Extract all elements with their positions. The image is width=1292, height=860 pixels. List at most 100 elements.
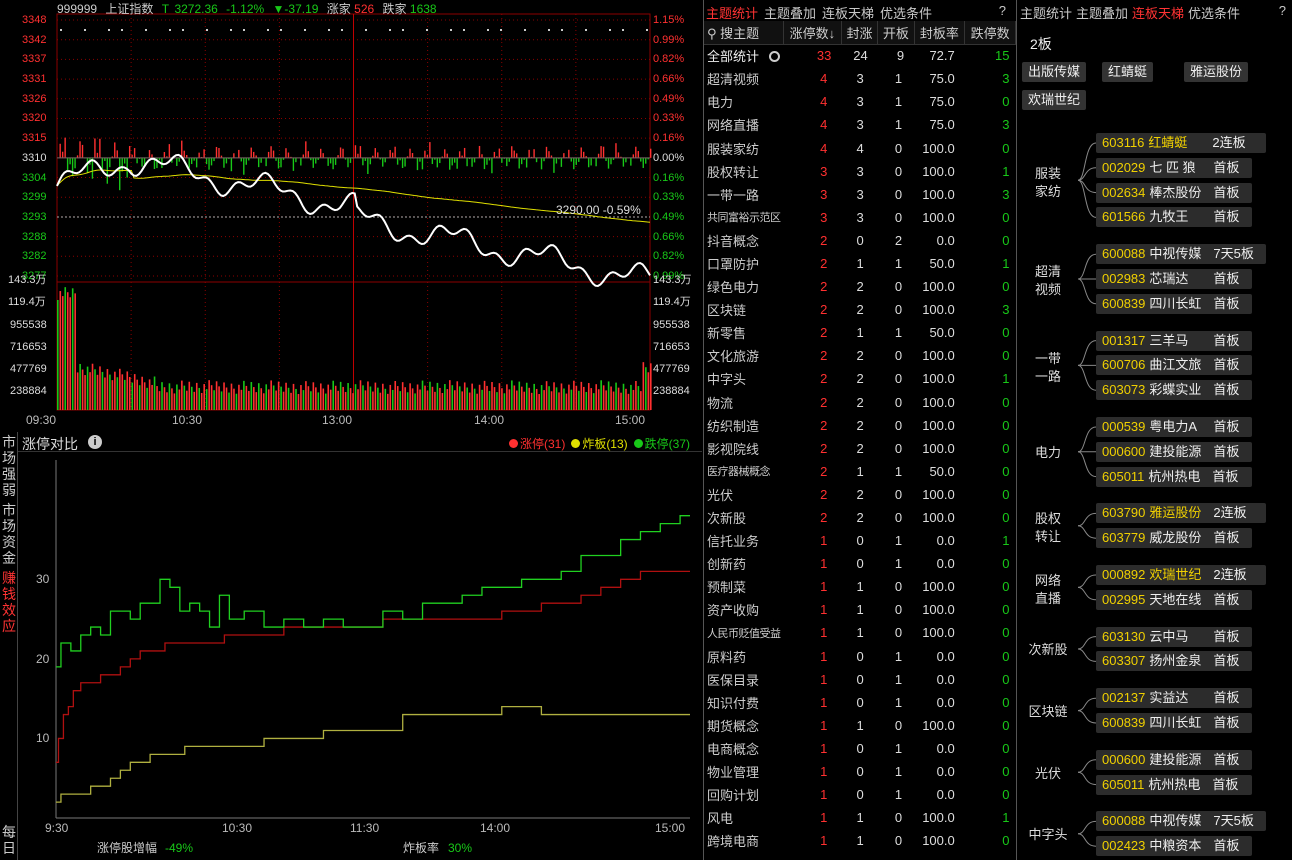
ladder-tab[interactable]: 连板天梯 [1130, 0, 1186, 25]
theme-row[interactable]: 网络直播 4 3 1 75.0 3 [704, 113, 1016, 136]
theme-row[interactable]: 电力 4 3 1 75.0 0 [704, 90, 1016, 113]
stock-code: 000600 [1102, 443, 1146, 459]
theme-row[interactable]: 光伏 2 2 0 100.0 0 [704, 483, 1016, 506]
theme-row[interactable]: 服装家纺 4 4 0 100.0 0 [704, 136, 1016, 159]
theme-cell: 0 [1002, 440, 1010, 456]
ladder-tab[interactable]: ? [1277, 0, 1288, 21]
ladder-stock[interactable]: 603779 威龙股份 首板 [1096, 528, 1252, 549]
theme-row[interactable]: 信托业务 1 0 1 0.0 1 [704, 529, 1016, 552]
refresh-icon[interactable] [768, 51, 780, 63]
theme-row[interactable]: 医疗器械概念 2 1 1 50.0 0 [704, 460, 1016, 483]
theme-search[interactable]: ⚲ 搜主题 [704, 21, 784, 45]
theme-row[interactable]: 医保目录 1 0 1 0.0 0 [704, 668, 1016, 691]
theme-row[interactable]: 影视院线 2 2 0 100.0 0 [704, 437, 1016, 460]
ladder-stock[interactable]: 600088 中视传媒 7天5板 [1096, 811, 1266, 832]
side-tab[interactable]: 市场强弱 [0, 432, 18, 500]
ladder-stock[interactable]: 002634 棒杰股份 首板 [1096, 182, 1252, 203]
ladder-stock[interactable]: 000600 建投能源 首板 [1096, 749, 1252, 770]
theme-row[interactable]: 区块链 2 2 0 100.0 3 [704, 298, 1016, 321]
theme-row[interactable]: 物业管理 1 0 1 0.0 0 [704, 760, 1016, 783]
theme-cell: 0 [1002, 209, 1010, 225]
theme-row[interactable]: 一带一路 3 3 0 100.0 3 [704, 183, 1016, 206]
ladder-stock[interactable]: 600839 四川长虹 首板 [1096, 713, 1252, 733]
ladder-stock[interactable]: 603790 雅运股份 2连板 [1096, 503, 1266, 524]
theme-row[interactable]: 回购计划 1 0 1 0.0 0 [704, 783, 1016, 806]
side-tab[interactable]: 市场资金 [0, 500, 18, 568]
theme-tab[interactable]: ? [997, 0, 1008, 21]
top-stock-chip[interactable]: 红蜻蜓 [1102, 62, 1154, 82]
ladder-stock[interactable]: 002137 实益达 首板 [1096, 688, 1252, 709]
theme-row[interactable]: 电商概念 1 0 1 0.0 0 [704, 737, 1016, 760]
top-stock-chip[interactable]: 雅运股份 [1184, 62, 1249, 82]
ladder-stock[interactable]: 600839 四川长虹 首板 [1096, 293, 1252, 314]
theme-row[interactable]: 原料药 1 0 1 0.0 0 [704, 645, 1016, 668]
board-badge: 首板 [1213, 751, 1240, 767]
ladder-stock[interactable]: 002995 天地在线 首板 [1096, 589, 1252, 610]
ladder-stock[interactable]: 002423 中粮资本 首板 [1096, 836, 1252, 857]
ladder-stock[interactable]: 002983 芯瑞达 首板 [1096, 269, 1252, 289]
ladder-tab[interactable]: 优选条件 [1186, 0, 1242, 25]
side-tab[interactable]: 赚钱效应 [0, 568, 18, 636]
ladder-stock[interactable]: 000600 建投能源 首板 [1096, 441, 1252, 462]
theme-row[interactable]: 人民币贬值受益 1 1 0 100.0 0 [704, 621, 1016, 644]
series-line [56, 705, 690, 803]
side-tab[interactable]: 每日 [0, 822, 18, 858]
ladder-tab[interactable]: 主题统计 [1018, 0, 1074, 25]
theme-row[interactable]: 物流 2 2 0 100.0 0 [704, 391, 1016, 414]
col-seal-rate[interactable]: 封板率 [914, 21, 966, 45]
ladder-stock[interactable]: 000539 粤电力A 首板 [1096, 417, 1252, 437]
theme-row[interactable]: 超清视频 4 3 1 75.0 3 [704, 67, 1016, 90]
theme-row[interactable]: 风电 1 1 0 100.0 1 [704, 806, 1016, 829]
legend-item[interactable]: 涨停(31) [508, 437, 565, 451]
theme-row[interactable]: 文化旅游 2 2 0 100.0 0 [704, 344, 1016, 367]
theme-cell: 0 [894, 348, 903, 364]
legend-item[interactable]: 炸板(13) [571, 437, 628, 451]
stock-code: 603779 [1102, 530, 1146, 546]
theme-row[interactable]: 纺织制造 2 2 0 100.0 0 [704, 414, 1016, 437]
top-stock-chip[interactable]: 欢瑞世纪 [1022, 90, 1087, 110]
col-limitdown[interactable]: 跌停数 [964, 21, 1016, 45]
theme-cell: 100.0 [922, 209, 955, 225]
theme-row[interactable]: 新零售 2 1 1 50.0 0 [704, 321, 1016, 344]
theme-row[interactable]: 口罩防护 2 1 1 50.0 1 [704, 252, 1016, 275]
theme-cell: 100.0 [922, 371, 955, 387]
theme-row[interactable]: 绿色电力 2 2 0 100.0 0 [704, 275, 1016, 298]
col-sealed[interactable]: 封涨 [841, 21, 879, 45]
col-limitup[interactable]: 涨停数↓ [783, 21, 842, 45]
theme-row[interactable]: 创新药 1 0 1 0.0 0 [704, 552, 1016, 575]
board-badge: 首板 [1213, 653, 1240, 669]
theme-row[interactable]: 跨境电商 1 1 0 100.0 0 [704, 829, 1016, 852]
theme-row[interactable]: 次新股 2 2 0 100.0 0 [704, 506, 1016, 529]
info-icon[interactable]: i [88, 435, 102, 449]
theme-row[interactable]: 资产收购 1 1 0 100.0 0 [704, 598, 1016, 621]
theme-row[interactable]: 股权转让 3 3 0 100.0 1 [704, 160, 1016, 183]
ladder-stock[interactable]: 603073 彩蝶实业 首板 [1096, 380, 1252, 401]
theme-cell: 0 [1002, 510, 1010, 526]
theme-row[interactable]: 抖音概念 2 0 2 0.0 0 [704, 229, 1016, 252]
legend-item[interactable]: 跌停(37) [633, 437, 690, 451]
ladder-stock[interactable]: 000892 欢瑞世纪 2连板 [1096, 565, 1266, 585]
theme-cell: 1 [820, 602, 828, 618]
theme-row[interactable]: 期货概念 1 1 0 100.0 0 [704, 714, 1016, 737]
ladder-stock[interactable]: 002029 七 匹 狼 首板 [1096, 157, 1252, 178]
ladder-stock[interactable]: 603130 云中马 首板 [1096, 626, 1252, 647]
limit-compare-chart[interactable] [18, 452, 704, 860]
theme-row[interactable]: 中字头 2 2 0 100.0 1 [704, 367, 1016, 390]
ladder-tab[interactable]: 主题叠加 [1074, 0, 1130, 25]
ladder-stock[interactable]: 600706 曲江文旅 首板 [1096, 355, 1252, 376]
ladder-stock[interactable]: 603307 扬州金泉 首板 [1096, 651, 1252, 672]
theme-row[interactable]: 预制菜 1 1 0 100.0 0 [704, 575, 1016, 598]
theme-row[interactable]: 共同富裕示范区 3 3 0 100.0 0 [704, 206, 1016, 229]
theme-cell: 2 [856, 440, 864, 456]
ladder-stock[interactable]: 601566 九牧王 首板 [1096, 207, 1252, 228]
theme-row[interactable]: 知识付费 1 0 1 0.0 0 [704, 691, 1016, 714]
col-opened[interactable]: 开板 [877, 21, 915, 45]
total-row[interactable]: 全部统计 33 24 9 72.7 15 [704, 44, 1016, 67]
top-stock-chip[interactable]: 出版传媒 [1022, 62, 1087, 82]
ladder-stock[interactable]: 605011 杭州热电 首板 [1096, 774, 1252, 795]
ladder-stock[interactable]: 603116 红蜻蜓 2连板 [1096, 133, 1266, 153]
ladder-stock[interactable]: 605011 杭州热电 首板 [1096, 466, 1252, 487]
theme-cell: 100.0 [922, 602, 955, 618]
ladder-stock[interactable]: 600088 中视传媒 7天5板 [1096, 244, 1266, 265]
ladder-stock[interactable]: 001317 三羊马 首板 [1096, 330, 1252, 351]
